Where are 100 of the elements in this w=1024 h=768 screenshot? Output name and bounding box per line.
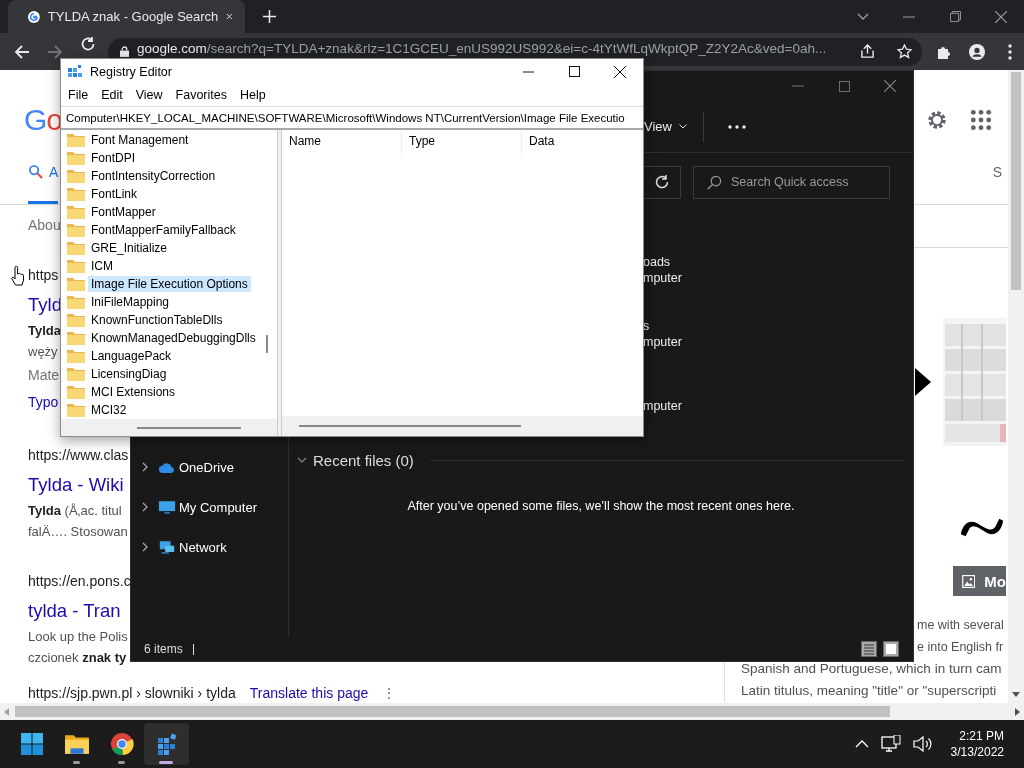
- restore-icon[interactable]: [949, 11, 961, 22]
- column-header[interactable]: Data: [522, 130, 642, 154]
- chevron-icon[interactable]: [142, 502, 148, 512]
- chevron-icon[interactable]: [142, 462, 148, 472]
- refresh-icon: [654, 174, 670, 190]
- menu-item[interactable]: Help: [235, 86, 271, 104]
- menu-item[interactable]: Edit: [96, 86, 128, 104]
- horizontal-scrollbar[interactable]: [0, 703, 1024, 720]
- lock-icon: [120, 46, 129, 57]
- empty-message: After you’ve opened some files, we’ll show the most recent ones here.: [407, 499, 795, 513]
- volume-icon[interactable]: [912, 735, 933, 753]
- registry-key[interactable]: FontMapperFamilyFallback: [88, 222, 239, 238]
- result-menu[interactable]: ⋮: [382, 685, 397, 701]
- registry-key[interactable]: FontMapper: [88, 204, 159, 220]
- folder-icon: [67, 241, 85, 255]
- folder-icon: [67, 385, 85, 399]
- scrollbar-thumb[interactable]: [137, 426, 241, 429]
- network-icon[interactable]: [880, 735, 901, 753]
- browser-tab[interactable]: TYLDA znak - Google Search: [8, 0, 245, 33]
- chevron-icon[interactable]: [297, 457, 307, 463]
- registry-key[interactable]: IniFileMapping: [88, 294, 173, 310]
- clock[interactable]: 2:21 PM 3/13/2022: [950, 728, 1004, 760]
- window-title: Registry Editor: [90, 64, 172, 79]
- registry-key[interactable]: FontDPI: [88, 150, 138, 166]
- share-icon[interactable]: [860, 44, 875, 59]
- back-icon[interactable]: [14, 43, 30, 60]
- star-icon[interactable]: [897, 44, 912, 59]
- close-icon[interactable]: [614, 65, 626, 78]
- description-text: Spanish and Portuguese, which in turn cam: [741, 661, 1002, 676]
- chevron-icon[interactable]: [142, 542, 148, 552]
- triangle-icon: [915, 368, 931, 396]
- minimize-icon[interactable]: [522, 70, 534, 73]
- close-icon[interactable]: [995, 10, 1007, 23]
- registry-key[interactable]: LicensingDiag: [88, 366, 170, 382]
- settings-icon[interactable]: [926, 109, 948, 131]
- more-icon[interactable]: [727, 124, 746, 129]
- folder-icon: [67, 349, 85, 363]
- search-tab[interactable]: S: [992, 162, 1008, 204]
- chevron-up-icon[interactable]: [854, 740, 869, 748]
- menu-icon[interactable]: [1008, 43, 1012, 60]
- network-icon: [158, 539, 176, 555]
- vertical-scrollbar[interactable]: [1008, 70, 1024, 703]
- menu-item[interactable]: File: [63, 86, 94, 104]
- folder-icon: [67, 277, 85, 291]
- folder-name[interactable]: s: [643, 319, 650, 333]
- registry-key[interactable]: MCI32: [88, 402, 130, 418]
- tiles-view-icon[interactable]: [883, 641, 899, 657]
- registry-key[interactable]: KnownFunctionTableDlls: [88, 312, 226, 328]
- registry-key[interactable]: Font Management: [88, 132, 192, 148]
- registry-key[interactable]: FontIntensityCorrection: [88, 168, 219, 184]
- maximize-icon[interactable]: [568, 66, 580, 77]
- details-view-icon[interactable]: [861, 641, 877, 657]
- registry-key[interactable]: ICM: [88, 258, 116, 274]
- registry-key[interactable]: KnownManagedDebuggingDlls: [88, 330, 259, 346]
- profile-icon[interactable]: [969, 43, 985, 60]
- new-tab-icon[interactable]: [263, 10, 276, 23]
- description-text: Latin titulus, meaning "title" or "superscripti: [741, 683, 997, 698]
- result-title-link[interactable]: Tylda - Wiki: [28, 474, 124, 495]
- result-snippet: Tylda (Å‚ac. titul: [28, 503, 122, 518]
- menu-item[interactable]: View: [130, 86, 168, 104]
- registry-key[interactable]: LanguagePack: [88, 348, 175, 364]
- caret-icon[interactable]: [857, 12, 869, 21]
- column-header[interactable]: Name: [282, 130, 402, 154]
- result-title-link[interactable]: tylda - Tran: [28, 600, 121, 621]
- favicon-icon: [28, 8, 40, 25]
- registry-key[interactable]: Image File Execution Options: [88, 276, 251, 292]
- registry-key[interactable]: FontLink: [88, 186, 141, 202]
- scrollbar-thumb[interactable]: [1011, 72, 1021, 290]
- folder-name[interactable]: oads: [643, 255, 671, 269]
- nav-item[interactable]: My Computer: [131, 487, 288, 527]
- folder-location: mputer: [643, 399, 682, 413]
- search-icon: [707, 174, 722, 190]
- forward-icon[interactable]: [47, 43, 63, 60]
- scroll-right-icon[interactable]: [1015, 707, 1020, 716]
- translate-link[interactable]: Translate this page: [249, 685, 369, 701]
- more-images-button[interactable]: Mo: [953, 566, 1006, 596]
- registry-key[interactable]: MCI Extensions: [88, 384, 179, 400]
- result-stats: Abou: [28, 217, 61, 233]
- registry-key[interactable]: GRE_Initialize: [88, 240, 171, 256]
- reload-icon[interactable]: [80, 36, 96, 52]
- taskbar-app[interactable]: [144, 723, 189, 765]
- column-header[interactable]: Type: [402, 130, 522, 154]
- apps-grid-icon[interactable]: [970, 109, 992, 131]
- section-heading: Recent files (0): [313, 451, 414, 469]
- search-field[interactable]: Search Quick access: [693, 165, 890, 199]
- result-snippet: czcionek znak ty: [28, 650, 127, 665]
- scroll-down-icon[interactable]: [1012, 692, 1020, 697]
- hand-cursor-icon: [11, 266, 25, 286]
- menu-item[interactable]: Favorites: [170, 86, 232, 104]
- address-field[interactable]: Computer\HKEY_LOCAL_MACHINE\SOFTWARE\Microsoft\Windows NT\CurrentVersion\Image File Executio: [61, 106, 643, 130]
- description-text: me with several: [917, 618, 1004, 632]
- nav-item[interactable]: OneDrive: [131, 447, 288, 487]
- result-snippet: Tylda: [28, 323, 61, 338]
- scrollbar-thumb[interactable]: [15, 706, 890, 717]
- result-link[interactable]: Typo: [28, 394, 59, 410]
- nav-item[interactable]: Network: [131, 527, 288, 567]
- result-snippet: węży: [28, 344, 58, 359]
- minimize-icon[interactable]: [903, 15, 915, 18]
- scrollbar-thumb[interactable]: [266, 335, 268, 353]
- scrollbar-thumb[interactable]: [299, 425, 521, 427]
